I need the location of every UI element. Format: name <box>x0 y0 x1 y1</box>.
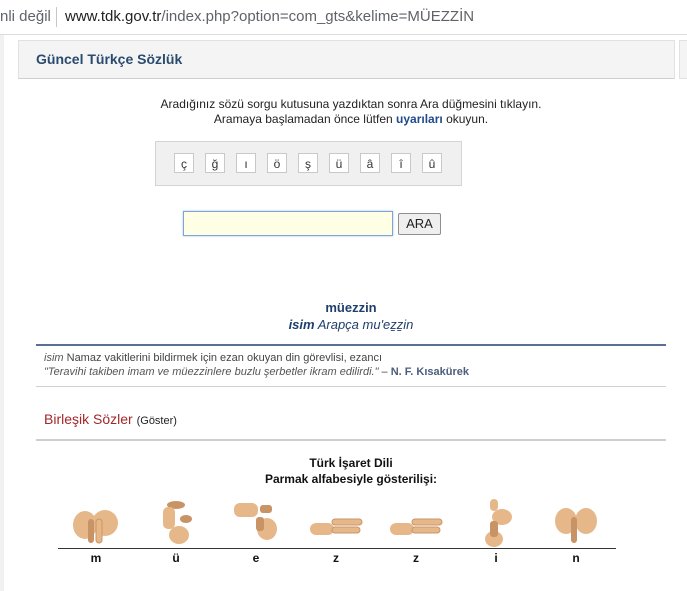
panel-title: Güncel Türkçe Sözlük <box>36 51 183 67</box>
sign-letter: e <box>252 551 260 565</box>
key-a-circumflex[interactable]: â <box>360 153 380 173</box>
sign-baseline <box>58 548 616 549</box>
sign-letter: z <box>413 551 419 565</box>
entry-word: müezzin <box>325 300 377 315</box>
instruction-line-1: Aradığınız sözü sorgu kutusuna yazdıktan… <box>160 97 542 111</box>
key-u-umlaut[interactable]: ü <box>329 153 349 173</box>
left-frame-edge <box>0 35 4 591</box>
sign-letter: ü <box>172 551 180 565</box>
key-g-breve[interactable]: ğ <box>205 153 225 173</box>
entry-origin: Arapça mu'eẕẕin <box>317 317 414 332</box>
entry-divider <box>36 344 666 346</box>
example-author: N. F. Kısakürek <box>390 366 469 378</box>
key-i-circumflex[interactable]: î <box>391 153 411 173</box>
sign-language-subtitle: Parmak alfabesiyle gösterilişi: <box>264 472 438 486</box>
sign-z-hand-icon-2 <box>390 518 443 535</box>
definition-text: Namaz vakitlerini bildirmek için ezan ok… <box>66 352 383 364</box>
entry-pos: isim <box>288 317 315 332</box>
key-c-cedilla[interactable]: ç <box>174 153 194 173</box>
sign-u-hand-icon <box>163 501 192 544</box>
key-dotless-i[interactable]: ı <box>236 153 256 173</box>
sign-z-hand-icon <box>310 518 363 535</box>
sign-e-hand-icon <box>234 503 277 540</box>
sign-letter: n <box>572 551 580 565</box>
instruction-post: okuyun. <box>446 112 489 126</box>
url-domain: www.tdk.gov.tr <box>65 8 162 25</box>
example-line: "Teravihi takiben imam ve müezzinlere bu… <box>44 366 469 378</box>
key-s-cedilla[interactable]: ş <box>298 153 318 173</box>
instruction-pre: Aramaya başlamadan önce lütfen <box>213 112 393 126</box>
key-o-umlaut[interactable]: ö <box>267 153 287 173</box>
sign-language-title: Türk İşaret Dili <box>309 456 393 470</box>
sign-m-hand-icon <box>73 510 118 544</box>
sign-i-hand-icon <box>485 499 512 547</box>
example-text: "Teravihi takiben imam ve müezzinlere bu… <box>44 366 379 378</box>
sign-letter: i <box>494 551 498 565</box>
compounds-divider <box>36 439 666 441</box>
compounds-section: Birleşik Sözler (Göster) <box>44 411 177 427</box>
instruction-line-2: Aramaya başlamadan önce lütfen uyarıları… <box>36 112 666 126</box>
definition-divider <box>36 386 666 387</box>
special-char-keyboard: ç ğ ı ö ş ü â î û <box>155 141 462 186</box>
search-input[interactable] <box>183 211 393 236</box>
key-u-circumflex[interactable]: û <box>422 153 442 173</box>
panel-header: Güncel Türkçe Sözlük <box>18 40 675 79</box>
sign-letter: z <box>333 551 339 565</box>
security-indicator[interactable]: nli değil <box>0 8 51 25</box>
compounds-title: Birleşik Sözler <box>44 411 133 427</box>
warnings-link[interactable]: uyarıları <box>396 112 443 126</box>
compounds-toggle-link[interactable]: (Göster) <box>137 415 177 427</box>
url-text[interactable]: www.tdk.gov.tr/index.php?option=com_gts&… <box>65 8 474 25</box>
example-dash: – <box>381 366 388 378</box>
address-bar[interactable]: nli değil www.tdk.gov.tr/index.php?optio… <box>0 0 687 35</box>
sign-n-hand-icon <box>555 508 597 543</box>
definition-pos: isim <box>44 352 64 364</box>
definition-line: isim Namaz vakitlerini bildirmek için ez… <box>44 352 382 364</box>
entry-origin-line: isim Arapça mu'eẕẕin <box>36 317 666 332</box>
sign-letter: m <box>90 551 102 565</box>
side-panel-edge <box>679 40 687 79</box>
url-path: /index.php?option=com_gts&kelime=MÜEZZİN <box>161 8 475 25</box>
search-button[interactable]: ARA <box>398 213 441 235</box>
address-separator <box>56 7 57 27</box>
